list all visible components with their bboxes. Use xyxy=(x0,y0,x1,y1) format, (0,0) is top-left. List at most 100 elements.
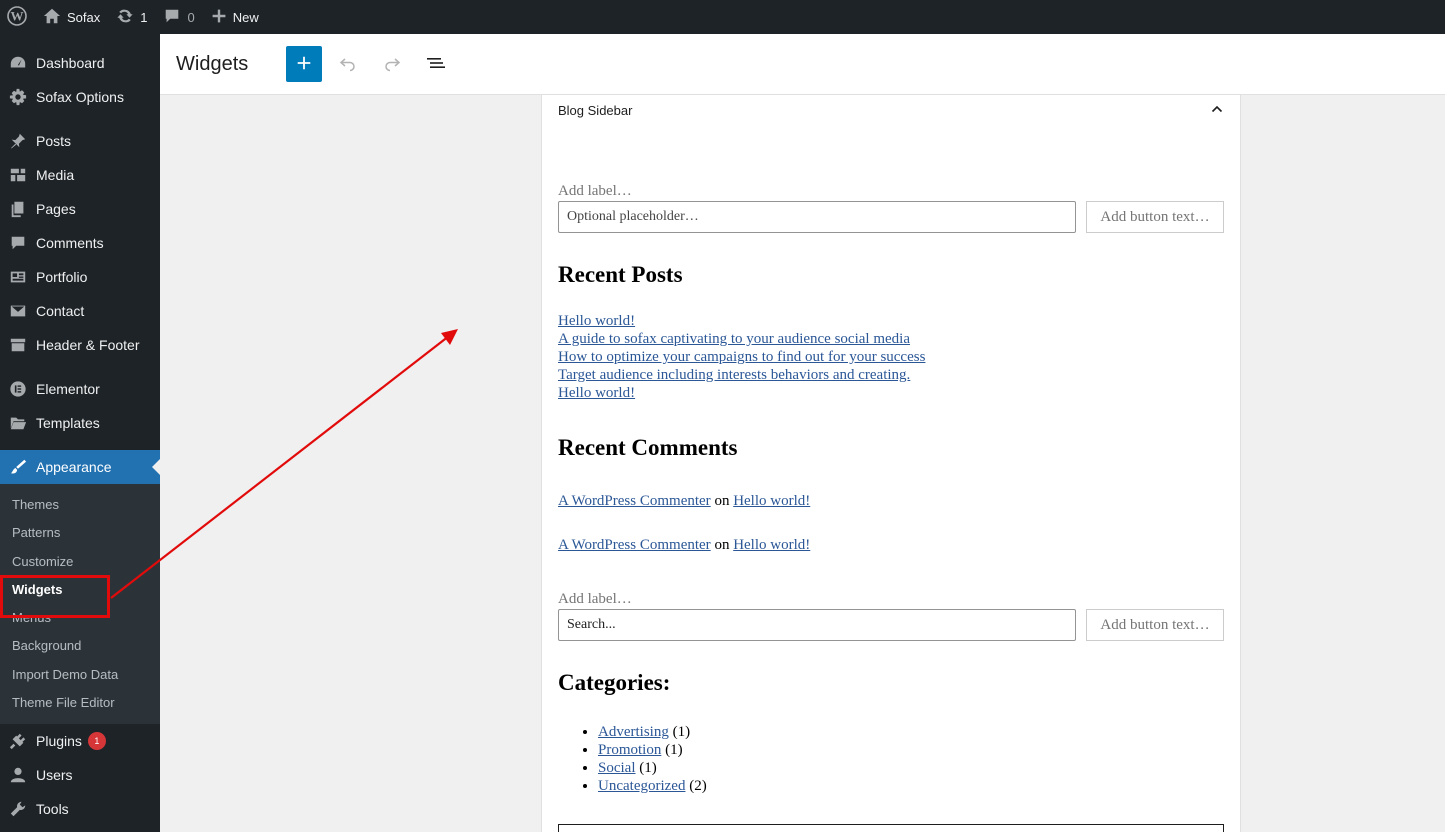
menu-comments[interactable]: Comments xyxy=(0,226,160,260)
submenu-import-demo-data[interactable]: Import Demo Data xyxy=(0,661,160,689)
menu-appearance[interactable]: Appearance xyxy=(0,450,160,484)
search-placeholder-field[interactable]: Optional placeholder… xyxy=(558,201,1076,233)
search-block[interactable]: Add label… Optional placeholder… Add but… xyxy=(558,183,1224,233)
category-count: (1) xyxy=(672,724,691,740)
search-block[interactable]: Add label… Search... Add button text… xyxy=(558,591,1224,641)
paintbrush-icon xyxy=(8,457,28,477)
category-link[interactable]: Social xyxy=(598,760,636,776)
menu-label: Sofax Options xyxy=(36,89,124,105)
menu-templates[interactable]: Templates xyxy=(0,406,160,440)
wrench-icon xyxy=(8,799,28,819)
post-link[interactable]: Hello world! xyxy=(558,313,635,329)
menu-plugins[interactable]: Plugins 1 xyxy=(0,724,160,758)
menu-label: Header & Footer xyxy=(36,337,140,353)
categories-block[interactable]: Categories: Advertising (1) Promotion (1… xyxy=(558,670,1224,795)
widget-area-title: Blog Sidebar xyxy=(558,102,633,118)
archive-icon xyxy=(8,335,28,355)
menu-contact[interactable]: Contact xyxy=(0,294,160,328)
menu-users[interactable]: Users xyxy=(0,758,160,792)
submenu-background[interactable]: Background xyxy=(0,632,160,660)
menu-tools[interactable]: Tools xyxy=(0,792,160,826)
menu-elementor[interactable]: Elementor xyxy=(0,372,160,406)
list-view-button[interactable] xyxy=(418,46,454,82)
submenu-themes[interactable]: Themes xyxy=(0,491,160,519)
menu-header-footer[interactable]: Header & Footer xyxy=(0,328,160,362)
category-item: Promotion (1) xyxy=(598,741,1224,759)
wordpress-logo-icon: W xyxy=(7,5,27,29)
submenu-widgets[interactable]: Widgets xyxy=(0,576,160,604)
updates-count: 1 xyxy=(140,9,148,25)
wordpress-logo-menu[interactable]: W xyxy=(0,0,35,34)
menu-label: Templates xyxy=(36,415,100,431)
envelope-icon xyxy=(8,301,28,321)
redo-button[interactable] xyxy=(374,46,410,82)
widget-area-canvas: Blog Sidebar Add label… Optional placeho… xyxy=(541,95,1241,832)
categories-heading: Categories: xyxy=(558,670,671,695)
category-item: Uncategorized (2) xyxy=(598,777,1224,795)
page-title: Widgets xyxy=(176,52,249,75)
category-link[interactable]: Advertising xyxy=(598,724,669,740)
menu-sofax-options[interactable]: Sofax Options xyxy=(0,80,160,114)
comment-icon xyxy=(8,233,28,253)
menu-media[interactable]: Media xyxy=(0,158,160,192)
category-link[interactable]: Uncategorized xyxy=(598,778,685,794)
category-item: Advertising (1) xyxy=(598,723,1224,741)
undo-button[interactable] xyxy=(330,46,366,82)
pin-icon xyxy=(8,131,28,151)
next-block-outline[interactable] xyxy=(558,824,1224,832)
comment-post-link[interactable]: Hello world! xyxy=(733,537,810,553)
category-item: Social (1) xyxy=(598,759,1224,777)
post-link[interactable]: A guide to sofax captivating to your aud… xyxy=(558,331,910,347)
menu-label: Media xyxy=(36,167,75,183)
categories-list: Advertising (1) Promotion (1) Social (1)… xyxy=(558,723,1224,795)
comment-bubble-icon xyxy=(163,7,181,28)
menu-label: Comments xyxy=(36,235,104,251)
recent-posts-block[interactable]: Recent Posts Hello world! A guide to sof… xyxy=(558,262,1224,402)
block-inserter-button[interactable] xyxy=(286,46,323,82)
post-link[interactable]: Target audience including interests beha… xyxy=(558,367,910,383)
category-count: (1) xyxy=(639,760,657,776)
search-label-placeholder[interactable]: Add label… xyxy=(558,183,1224,200)
menu-label: Dashboard xyxy=(36,55,105,71)
submenu-menus[interactable]: Menus xyxy=(0,604,160,632)
comment-author-link[interactable]: A WordPress Commenter xyxy=(558,537,711,553)
search-button-text[interactable]: Add button text… xyxy=(1086,201,1224,233)
search-placeholder-field[interactable]: Search... xyxy=(558,609,1076,641)
submenu-patterns[interactable]: Patterns xyxy=(0,519,160,547)
search-button-text[interactable]: Add button text… xyxy=(1086,609,1224,641)
submenu-theme-file-editor[interactable]: Theme File Editor xyxy=(0,689,160,717)
site-name-link[interactable]: Sofax xyxy=(35,0,108,34)
comment-author-link[interactable]: A WordPress Commenter xyxy=(558,493,711,509)
menu-posts[interactable]: Posts xyxy=(0,124,160,158)
appearance-submenu: Themes Patterns Customize Widgets Menus … xyxy=(0,484,160,725)
category-link[interactable]: Promotion xyxy=(598,742,661,758)
undo-icon xyxy=(338,53,358,76)
plus-icon xyxy=(211,8,227,27)
updates-link[interactable]: 1 xyxy=(108,0,155,34)
new-content-link[interactable]: New xyxy=(203,0,267,34)
menu-label: Plugins xyxy=(36,733,82,750)
widget-area-header[interactable]: Blog Sidebar xyxy=(542,95,1240,125)
comment-post-link[interactable]: Hello world! xyxy=(733,493,810,509)
site-name: Sofax xyxy=(67,9,101,25)
updates-icon xyxy=(116,7,134,28)
post-link[interactable]: Hello world! xyxy=(558,385,635,401)
post-link[interactable]: How to optimize your campaigns to find o… xyxy=(558,349,925,365)
menu-label: Posts xyxy=(36,133,72,149)
menu-dashboard[interactable]: Dashboard xyxy=(0,46,160,80)
search-label-placeholder[interactable]: Add label… xyxy=(558,591,1224,608)
comments-link[interactable]: 0 xyxy=(155,0,202,34)
comment-on-text: on xyxy=(714,493,730,509)
recent-comments-block[interactable]: Recent Comments A WordPress Commenter on… xyxy=(558,435,1224,554)
submenu-customize[interactable]: Customize xyxy=(0,548,160,576)
menu-pages[interactable]: Pages xyxy=(0,192,160,226)
gear-icon xyxy=(8,87,28,107)
menu-portfolio[interactable]: Portfolio xyxy=(0,260,160,294)
category-count: (2) xyxy=(689,778,707,794)
recent-posts-list: Hello world! A guide to sofax captivatin… xyxy=(558,312,1224,402)
menu-label: Appearance xyxy=(36,459,112,475)
chevron-up-icon[interactable] xyxy=(1210,102,1224,119)
redo-icon xyxy=(382,53,402,76)
menu-label: Portfolio xyxy=(36,269,88,285)
recent-posts-heading: Recent Posts xyxy=(558,262,683,287)
